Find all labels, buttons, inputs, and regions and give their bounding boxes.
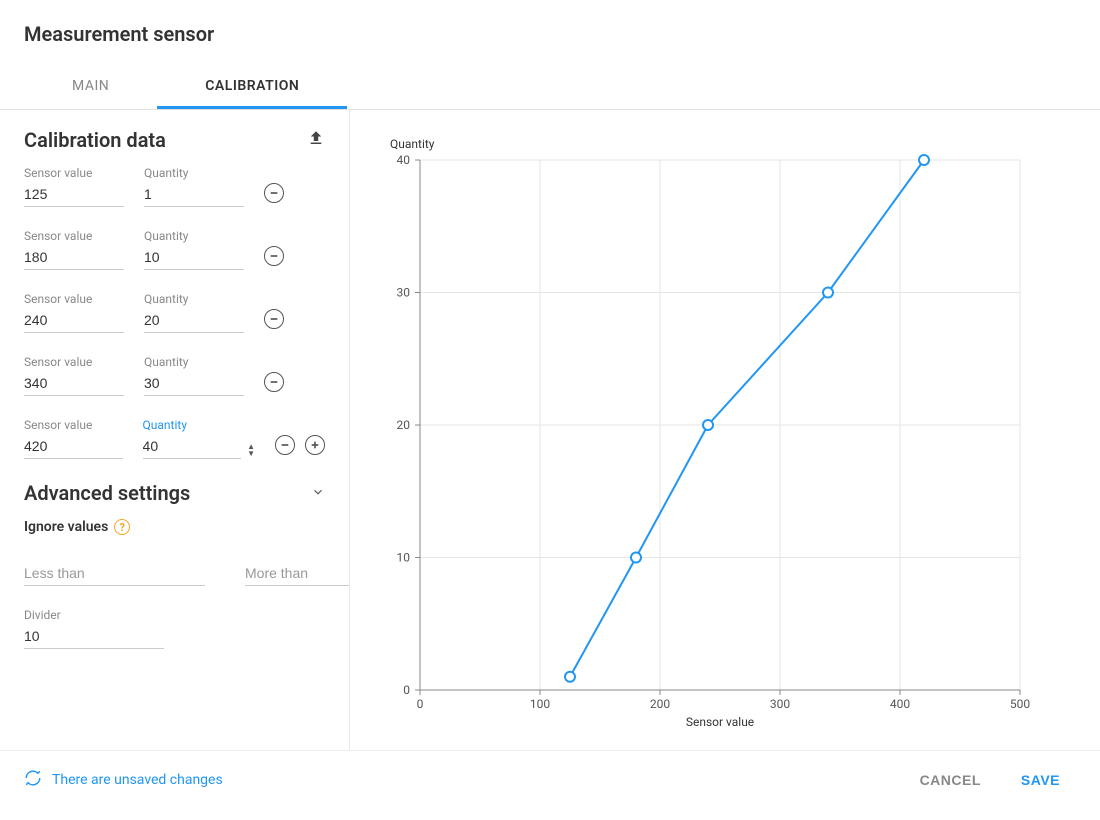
chart-xlabel: Sensor value: [686, 715, 754, 729]
sensor-value-input[interactable]: [24, 310, 124, 333]
less-than-input[interactable]: [24, 563, 205, 586]
sensor-value-label: Sensor value: [24, 355, 124, 369]
unsaved-changes-indicator: There are unsaved changes: [24, 769, 223, 791]
y-tick-label: 10: [397, 551, 411, 565]
calibration-row: Sensor value Quantity: [24, 292, 325, 333]
x-tick-label: 100: [530, 697, 550, 711]
y-tick-label: 0: [403, 683, 410, 697]
x-tick-label: 300: [770, 697, 790, 711]
sensor-value-label: Sensor value: [24, 166, 124, 180]
sync-icon: [24, 769, 42, 791]
chart-series-line: [570, 160, 924, 677]
y-tick-label: 30: [397, 286, 411, 300]
sensor-value-label: Sensor value: [24, 418, 123, 432]
remove-row-button[interactable]: [275, 435, 295, 455]
page-title: Measurement sensor: [0, 0, 1100, 66]
tab-main[interactable]: MAIN: [24, 66, 157, 109]
quantity-input[interactable]: [144, 373, 244, 396]
sensor-value-input[interactable]: [24, 436, 123, 459]
x-tick-label: 200: [650, 697, 670, 711]
sensor-value-input[interactable]: [24, 373, 124, 396]
chart-data-point: [565, 672, 575, 682]
sidebar: Calibration data Sensor value Quantity S…: [0, 110, 350, 750]
calibration-row: Sensor value Quantity: [24, 166, 325, 207]
calibration-row: Sensor value Quantity: [24, 229, 325, 270]
remove-row-button[interactable]: [264, 183, 284, 203]
quantity-input[interactable]: [143, 436, 242, 459]
x-tick-label: 500: [1010, 697, 1030, 711]
advanced-settings-title: Advanced settings: [24, 481, 190, 505]
y-tick-label: 40: [397, 153, 411, 167]
quantity-label: Quantity: [144, 355, 244, 369]
upload-icon[interactable]: [307, 129, 325, 151]
quantity-stepper[interactable]: ▲▼: [247, 443, 255, 457]
remove-row-button[interactable]: [264, 246, 284, 266]
cancel-button[interactable]: CANCEL: [920, 772, 981, 788]
chart-data-point: [703, 420, 713, 430]
tab-calibration[interactable]: CALIBRATION: [157, 66, 347, 109]
chart-data-point: [919, 155, 929, 165]
calibration-row: Sensor value Quantity ▲▼: [24, 418, 325, 459]
quantity-label: Quantity: [144, 229, 244, 243]
calibration-chart: Quantity 0 100 200 300 400 500 0 10 20 30 40 Sensor …: [360, 130, 1040, 740]
save-button[interactable]: SAVE: [1021, 772, 1060, 788]
chart-ylabel: Quantity: [390, 137, 435, 151]
divider-label: Divider: [24, 608, 164, 622]
quantity-input[interactable]: [144, 247, 244, 270]
sensor-value-label: Sensor value: [24, 292, 124, 306]
x-tick-label: 0: [417, 697, 424, 711]
remove-row-button[interactable]: [264, 309, 284, 329]
sensor-value-input[interactable]: [24, 247, 124, 270]
divider-input[interactable]: [24, 626, 164, 649]
quantity-input[interactable]: [144, 184, 244, 207]
tabs: MAIN CALIBRATION: [0, 66, 1100, 110]
help-icon[interactable]: ?: [114, 519, 130, 535]
y-tick-label: 20: [397, 418, 411, 432]
chevron-down-icon[interactable]: [311, 484, 325, 503]
calibration-row: Sensor value Quantity: [24, 355, 325, 396]
chart-data-point: [823, 288, 833, 298]
sensor-value-label: Sensor value: [24, 229, 124, 243]
quantity-label: Quantity: [144, 166, 244, 180]
ignore-values-label: Ignore values: [24, 519, 108, 535]
quantity-input[interactable]: [144, 310, 244, 333]
unsaved-text: There are unsaved changes: [52, 772, 223, 788]
chart-area: Quantity 0 100 200 300 400 500 0 10 20 30 40 Sensor …: [350, 110, 1100, 750]
quantity-label: Quantity: [144, 292, 244, 306]
x-tick-label: 400: [890, 697, 910, 711]
calibration-data-title: Calibration data: [24, 128, 166, 152]
remove-row-button[interactable]: [264, 372, 284, 392]
quantity-label: Quantity: [143, 418, 242, 432]
chart-data-point: [631, 553, 641, 563]
more-than-input[interactable]: [245, 563, 350, 586]
add-row-button[interactable]: [305, 435, 325, 455]
sensor-value-input[interactable]: [24, 184, 124, 207]
